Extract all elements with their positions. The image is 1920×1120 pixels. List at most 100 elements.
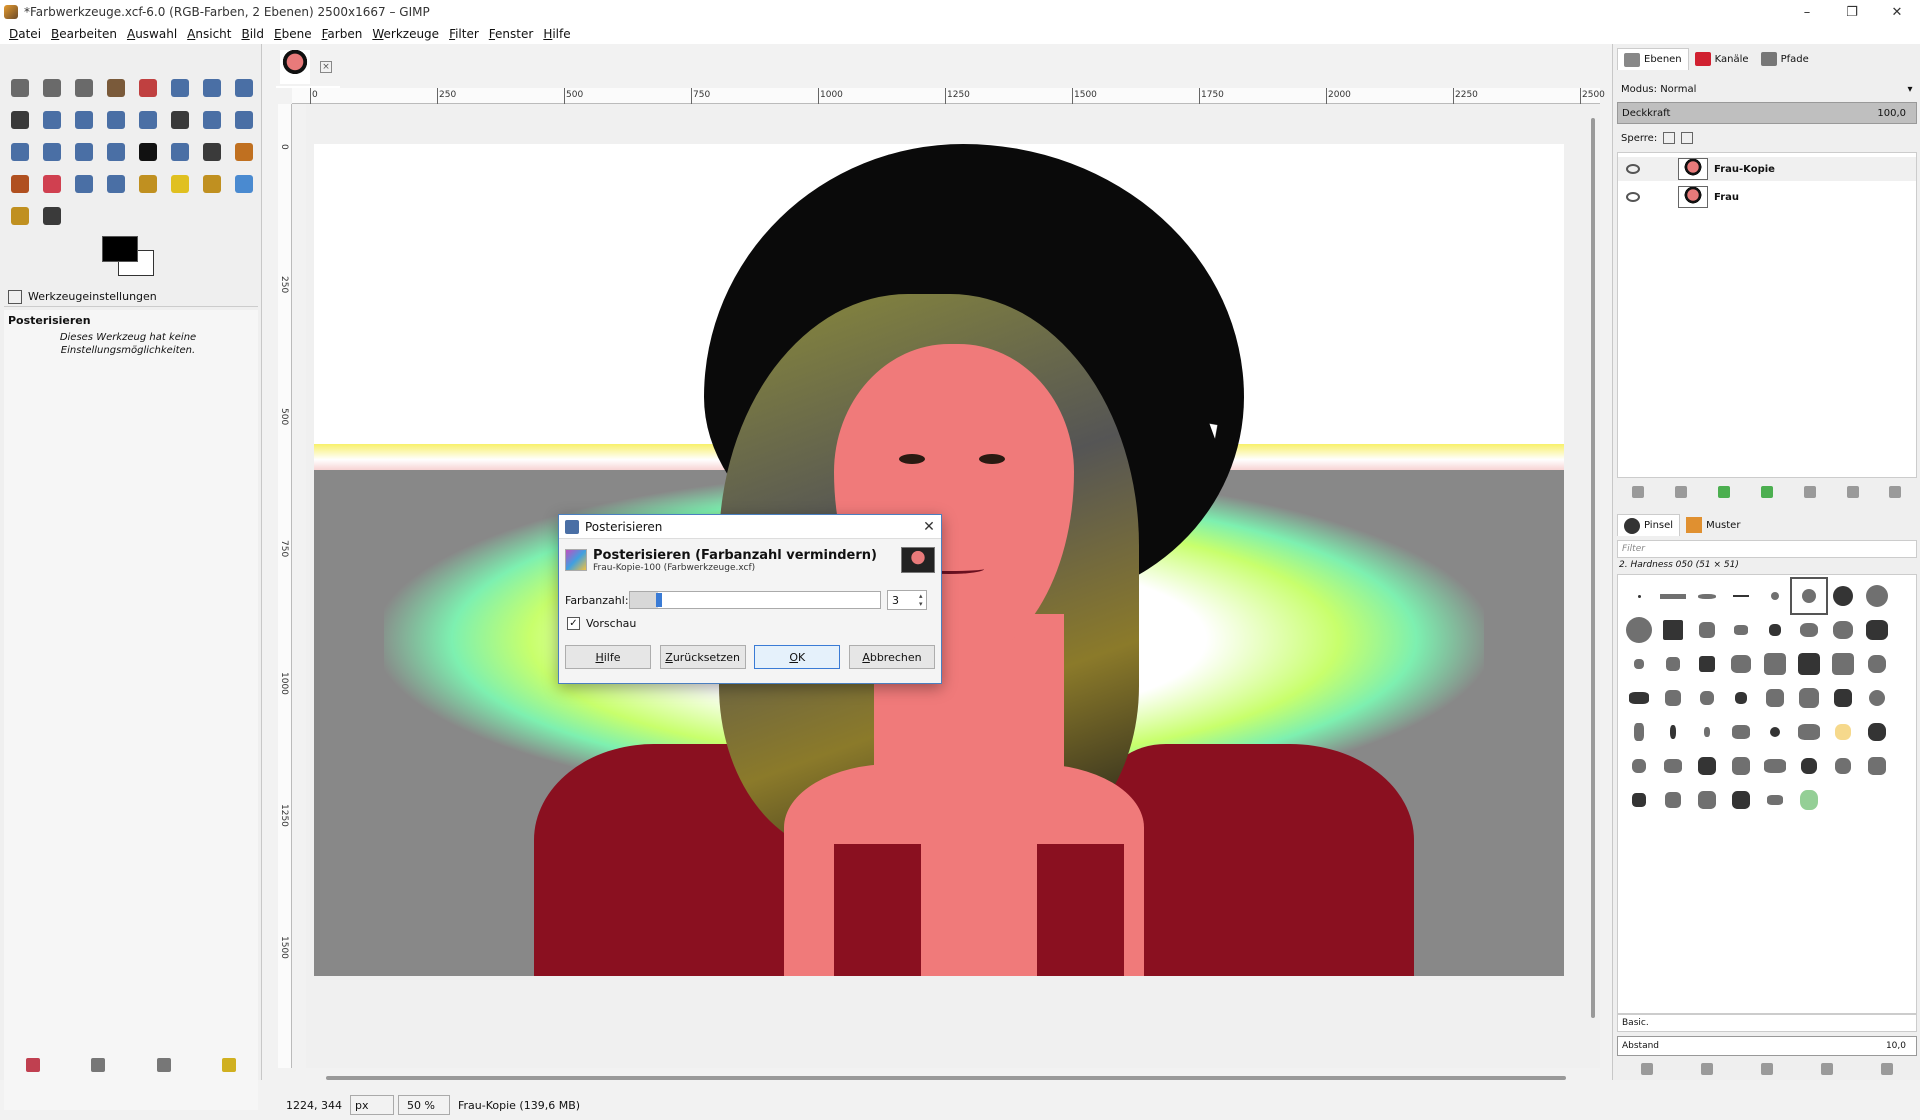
brush-preview[interactable] bbox=[1724, 783, 1758, 817]
brush-preview[interactable] bbox=[1656, 647, 1690, 681]
brush-preview[interactable] bbox=[1792, 613, 1826, 647]
ink-tool[interactable] bbox=[100, 168, 132, 200]
brush-preview[interactable] bbox=[1690, 749, 1724, 783]
brush-preview[interactable] bbox=[1758, 749, 1792, 783]
blur-tool[interactable] bbox=[228, 168, 260, 200]
menu-bearbeiten[interactable]: Bearbeiten bbox=[46, 27, 122, 41]
brush-preview[interactable] bbox=[1826, 579, 1860, 613]
menu-bild[interactable]: Bild bbox=[236, 27, 269, 41]
save-options-icon[interactable] bbox=[25, 1058, 40, 1072]
airbrush-tool[interactable] bbox=[68, 168, 100, 200]
brush-preview[interactable] bbox=[1690, 715, 1724, 749]
brush-preview[interactable] bbox=[1724, 613, 1758, 647]
ok-button[interactable]: OK bbox=[754, 645, 841, 669]
brush-preview[interactable] bbox=[1792, 783, 1826, 817]
visibility-eye-icon[interactable] bbox=[1626, 164, 1640, 174]
close-window-button[interactable]: ✕ bbox=[1874, 0, 1920, 24]
slider-handle[interactable] bbox=[656, 593, 662, 607]
brush-preview[interactable] bbox=[1622, 715, 1656, 749]
menu-hilfe[interactable]: Hilfe bbox=[538, 27, 575, 41]
eraser-tool[interactable] bbox=[36, 168, 68, 200]
brush-preview[interactable] bbox=[1690, 681, 1724, 715]
brush-preview[interactable] bbox=[1860, 647, 1894, 681]
lower-layer-icon[interactable] bbox=[1760, 486, 1773, 498]
foreground-select-tool[interactable] bbox=[196, 72, 228, 104]
brush-preview[interactable] bbox=[1826, 613, 1860, 647]
paths-tool[interactable] bbox=[228, 72, 260, 104]
brush-preview[interactable] bbox=[1790, 577, 1828, 615]
brush-preview[interactable] bbox=[1860, 749, 1894, 783]
layer-row-frau-kopie[interactable]: Frau-Kopie bbox=[1618, 157, 1916, 181]
minimize-button[interactable]: – bbox=[1784, 0, 1830, 24]
dialog-close-icon[interactable]: ✕ bbox=[917, 519, 941, 535]
new-group-icon[interactable] bbox=[1675, 486, 1688, 498]
text-tool-tool[interactable] bbox=[132, 136, 164, 168]
tab-layers[interactable]: Ebenen bbox=[1617, 48, 1689, 70]
ellipse-select-tool[interactable] bbox=[36, 72, 68, 104]
image-tab[interactable]: × bbox=[276, 48, 340, 88]
brush-preview[interactable] bbox=[1724, 579, 1758, 613]
shear-tool[interactable] bbox=[4, 136, 36, 168]
layer-row-frau[interactable]: Frau bbox=[1618, 185, 1916, 209]
preview-checkbox-row[interactable]: ✓ Vorschau bbox=[567, 617, 636, 630]
brush-preview[interactable] bbox=[1792, 647, 1826, 681]
brush-preview[interactable] bbox=[1826, 681, 1860, 715]
brush-preview[interactable] bbox=[1656, 749, 1690, 783]
reset-options-icon[interactable] bbox=[222, 1058, 237, 1072]
color-count-spinner[interactable]: 3 bbox=[887, 590, 927, 610]
brush-preview[interactable] bbox=[1758, 613, 1792, 647]
lasso-tool[interactable] bbox=[68, 72, 100, 104]
brush-preview[interactable] bbox=[1724, 715, 1758, 749]
horizontal-scrollbar[interactable] bbox=[306, 1074, 1586, 1084]
edit-brush-icon[interactable] bbox=[1641, 1063, 1653, 1075]
menu-datei[interactable]: Datei bbox=[4, 27, 46, 41]
maximize-button[interactable]: ❐ bbox=[1830, 0, 1874, 24]
brush-preview[interactable] bbox=[1792, 749, 1826, 783]
brush-preview[interactable] bbox=[1690, 783, 1724, 817]
rotate-tool[interactable] bbox=[228, 104, 260, 136]
foreground-color-swatch[interactable] bbox=[102, 236, 138, 262]
menu-auswahl[interactable]: Auswahl bbox=[122, 27, 182, 41]
delete-brush-icon[interactable] bbox=[1821, 1063, 1833, 1075]
tab-channels[interactable]: Kanäle bbox=[1689, 48, 1755, 70]
fuzzy-select-tool[interactable] bbox=[100, 72, 132, 104]
brush-preview[interactable] bbox=[1622, 613, 1656, 647]
move-tool[interactable] bbox=[100, 104, 132, 136]
align-tool[interactable] bbox=[132, 104, 164, 136]
close-image-tab-icon[interactable]: × bbox=[320, 61, 332, 73]
menu-werkzeuge[interactable]: Werkzeuge bbox=[367, 27, 444, 41]
tab-paths[interactable]: Pfade bbox=[1755, 48, 1815, 70]
new-layer-icon[interactable] bbox=[1632, 486, 1645, 498]
crop-tool[interactable] bbox=[164, 104, 196, 136]
brush-preview[interactable] bbox=[1860, 613, 1894, 647]
brush-preview[interactable] bbox=[1792, 681, 1826, 715]
brush-preview[interactable] bbox=[1724, 749, 1758, 783]
fg-bg-colors[interactable] bbox=[100, 236, 160, 280]
menu-fenster[interactable]: Fenster bbox=[484, 27, 539, 41]
smudge-tool[interactable] bbox=[4, 200, 36, 232]
brush-preview[interactable] bbox=[1690, 647, 1724, 681]
paintbrush-tool[interactable] bbox=[4, 168, 36, 200]
dialog-titlebar[interactable]: Posterisieren ✕ bbox=[559, 515, 941, 539]
rect-select-tool[interactable] bbox=[4, 72, 36, 104]
visibility-eye-icon[interactable] bbox=[1626, 192, 1640, 202]
brush-preview[interactable] bbox=[1826, 647, 1860, 681]
brush-preview[interactable] bbox=[1656, 783, 1690, 817]
brush-preview[interactable] bbox=[1792, 715, 1826, 749]
brush-preview[interactable] bbox=[1758, 681, 1792, 715]
spacing-slider[interactable]: Abstand 10,0 bbox=[1617, 1036, 1917, 1056]
scissors-tool[interactable] bbox=[164, 72, 196, 104]
refresh-brushes-icon[interactable] bbox=[1881, 1063, 1893, 1075]
brush-set-select[interactable]: Basic. bbox=[1617, 1014, 1917, 1032]
color-select-tool[interactable] bbox=[132, 72, 164, 104]
bucket-fill-tool[interactable] bbox=[164, 136, 196, 168]
cancel-button[interactable]: Abbrechen bbox=[848, 645, 935, 669]
duplicate-layer-icon[interactable] bbox=[1803, 486, 1816, 498]
lock-alpha-icon[interactable] bbox=[1681, 132, 1694, 144]
perspective-clone-tool[interactable] bbox=[196, 168, 228, 200]
brush-preview[interactable] bbox=[1724, 681, 1758, 715]
layer-mode-select[interactable]: Modus: Normal ▾ bbox=[1617, 80, 1917, 98]
dodge-burn-tool[interactable] bbox=[36, 200, 68, 232]
brush-preview[interactable] bbox=[1860, 681, 1894, 715]
horizontal-ruler[interactable]: 0 250 500 750 1000 1250 1500 1750 2000 2250 2500 bbox=[292, 88, 1605, 104]
